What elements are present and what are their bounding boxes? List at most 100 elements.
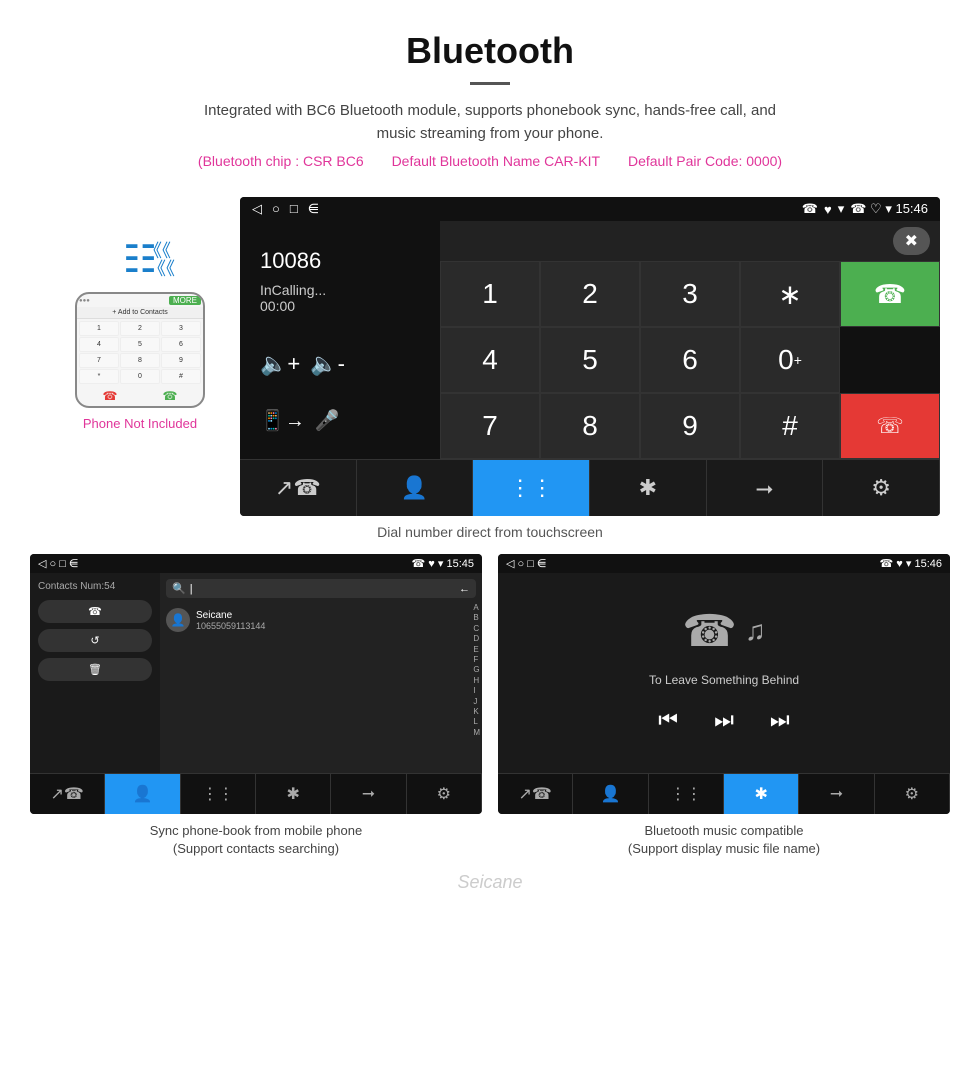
m-dialout-btn[interactable]: ↗☎ xyxy=(498,774,573,814)
refresh-action-btn[interactable]: ↺ xyxy=(38,629,152,652)
m-settings-btn[interactable]: ⚙ xyxy=(875,774,950,814)
vol-up-icon[interactable]: 🔈+ xyxy=(260,351,300,377)
music-song-title: To Leave Something Behind xyxy=(649,673,799,687)
contacts-nav-icons: ◁ ○ □ ⋹ xyxy=(38,557,79,570)
key-9[interactable]: 9 xyxy=(640,393,740,459)
main-section: ☷ 《《 《《 ●●● MORE + Add to Contacts 123 4… xyxy=(0,197,980,516)
music-status-right: ☎ ♥ ▾ 15:46 xyxy=(880,557,942,570)
mic-icon[interactable]: 🎤 xyxy=(315,408,340,433)
bluetooth-icon-wrap: ☷ 《《 《《 xyxy=(123,237,157,282)
display-bar: ✖ xyxy=(440,221,940,261)
contacts-count: Contacts Num:54 xyxy=(38,581,152,592)
alphabet-sidebar: ABCD EFGH IJKLM xyxy=(473,603,480,738)
m-bluetooth-btn[interactable]: ✱ xyxy=(724,774,799,814)
contact-info: Seicane 10655059113144 xyxy=(196,610,265,631)
c-bluetooth-btn[interactable]: ✱ xyxy=(256,774,331,814)
status-bar: ◁ ○ □ ⋹ ☎ ♥ ▾ ☎ ♡ ▾ 15:46 xyxy=(240,197,940,221)
next-track-btn[interactable]: ⏭ xyxy=(714,707,734,733)
c-settings-btn[interactable]: ⚙ xyxy=(407,774,482,814)
search-icon: 🔍 xyxy=(172,582,186,595)
contacts-status-bar: ◁ ○ □ ⋹ ☎ ♥ ▾ 15:45 xyxy=(30,554,482,573)
header-divider xyxy=(470,82,510,85)
bt-dialout-btn[interactable]: ↗☎ xyxy=(240,460,357,516)
contact-number: 10655059113144 xyxy=(196,621,265,631)
key-3[interactable]: 3 xyxy=(640,261,740,327)
recents-icon: □ xyxy=(290,201,298,217)
dialer-area: 10086 InCalling... 00:00 🔈+ 🔈- 📱→ 🎤 ✖ xyxy=(240,221,940,459)
phone-mockup-title: + Add to Contacts xyxy=(77,307,203,319)
vol-down-icon[interactable]: 🔈- xyxy=(310,351,345,377)
home-icon: ○ xyxy=(272,201,280,217)
wifi-waves-icon: 《《 《《 xyxy=(144,242,175,278)
key-8[interactable]: 8 xyxy=(540,393,640,459)
bt-name: Default Bluetooth Name CAR-KIT xyxy=(392,153,601,169)
music-note-icon: ♫ xyxy=(745,615,766,647)
transfer-icon[interactable]: 📱→ xyxy=(260,408,305,433)
page-title: Bluetooth xyxy=(20,30,960,72)
dialer-timer: 00:00 xyxy=(260,298,424,314)
music-nav-icons: ◁ ○ □ ⋹ xyxy=(506,557,547,570)
key-4[interactable]: 4 xyxy=(440,327,540,393)
phone-top-bar: ●●● MORE xyxy=(77,294,203,307)
time-display: ☎ ♡ ▾ 15:46 xyxy=(850,201,928,217)
phone-mockup-keypad: 123 456 789 *0# xyxy=(77,319,203,386)
dialer-status: InCalling... xyxy=(260,282,424,298)
skip-btn[interactable]: ⏭ xyxy=(770,707,790,733)
grid-icon: ⋹ xyxy=(308,201,319,217)
key-7[interactable]: 7 xyxy=(440,393,540,459)
music-caption: Bluetooth music compatible (Support disp… xyxy=(498,814,950,862)
wifi-icon: ▾ xyxy=(838,201,845,217)
transfer-btn[interactable]: ⭢ xyxy=(707,460,824,516)
main-bottom-bar: ↗☎ 👤 ⋮⋮ ✱ ⭢ ⚙ xyxy=(240,459,940,516)
c-transfer-btn[interactable]: ⭢ xyxy=(331,774,406,814)
m-numpad-btn[interactable]: ⋮⋮ xyxy=(649,774,724,814)
transfer-controls: 📱→ 🎤 xyxy=(260,408,424,433)
music-controls: ⏮ ⏭ ⏭ xyxy=(658,707,789,733)
contact-entry[interactable]: 👤 Seicane 10655059113144 xyxy=(166,604,476,636)
c-numpad-btn[interactable]: ⋮⋮ xyxy=(181,774,256,814)
bt-chip: (Bluetooth chip : CSR BC6 xyxy=(198,153,364,169)
c-contacts-btn[interactable]: 👤 xyxy=(105,774,180,814)
delete-action-btn[interactable]: 🗑 xyxy=(38,658,152,681)
m-contacts-btn[interactable]: 👤 xyxy=(573,774,648,814)
bluetooth-btn[interactable]: ✱ xyxy=(590,460,707,516)
key-5[interactable]: 5 xyxy=(540,327,640,393)
phone-not-included-label: Phone Not Included xyxy=(83,416,197,431)
bt-pair: Default Pair Code: 0000) xyxy=(628,153,782,169)
key-star[interactable]: ∗ xyxy=(740,261,840,327)
key-0plus[interactable]: 0+ xyxy=(740,327,840,393)
contacts-body: Contacts Num:54 ☎ ↺ 🗑 🔍 | xyxy=(30,573,482,773)
contacts-caption: Sync phone-book from mobile phone (Suppo… xyxy=(30,814,482,862)
bottom-screens: ◁ ○ □ ⋹ ☎ ♥ ▾ 15:45 Contacts Num:54 ☎ ↺ … xyxy=(0,554,980,862)
prev-track-btn[interactable]: ⏮ xyxy=(658,707,678,733)
music-status-bar: ◁ ○ □ ⋹ ☎ ♥ ▾ 15:46 xyxy=(498,554,950,573)
contacts-btn[interactable]: 👤 xyxy=(357,460,474,516)
phone-sidebar: ☷ 《《 《《 ●●● MORE + Add to Contacts 123 4… xyxy=(40,197,240,431)
numpad-panel: ✖ 1 2 3 ∗ ☎ 4 5 6 0+ 7 8 9 # ☏ xyxy=(440,221,940,459)
key-hash[interactable]: # xyxy=(740,393,840,459)
watermark: Seicane xyxy=(0,862,980,913)
c-dialout-btn[interactable]: ↗☎ xyxy=(30,774,105,814)
m-transfer-btn[interactable]: ⭢ xyxy=(799,774,874,814)
dialer-left-panel: 10086 InCalling... 00:00 🔈+ 🔈- 📱→ 🎤 xyxy=(240,221,440,459)
key-2[interactable]: 2 xyxy=(540,261,640,327)
phone-mockup: ●●● MORE + Add to Contacts 123 456 789 *… xyxy=(75,292,205,408)
call-button[interactable]: ☎ xyxy=(840,261,940,327)
key-1[interactable]: 1 xyxy=(440,261,540,327)
delete-button[interactable]: ✖ xyxy=(893,227,930,255)
contacts-left-panel: Contacts Num:54 ☎ ↺ 🗑 xyxy=(30,573,160,773)
end-call-button[interactable]: ☏ xyxy=(840,393,940,459)
location-icon: ♥ xyxy=(824,202,832,217)
back-icon: ◁ xyxy=(252,201,262,217)
call-action-btn[interactable]: ☎ xyxy=(38,600,152,623)
music-android-screen: ◁ ○ □ ⋹ ☎ ♥ ▾ 15:46 ☎ ♫ To Leave Somethi… xyxy=(498,554,950,814)
numpad-btn[interactable]: ⋮⋮ xyxy=(473,460,590,516)
settings-btn[interactable]: ⚙ xyxy=(823,460,940,516)
contacts-search-bar[interactable]: 🔍 | ← xyxy=(166,579,476,598)
contacts-screen-wrap: ◁ ○ □ ⋹ ☎ ♥ ▾ 15:45 Contacts Num:54 ☎ ↺ … xyxy=(30,554,482,862)
music-body: ☎ ♫ To Leave Something Behind ⏮ ⏭ ⏭ xyxy=(498,573,950,773)
contacts-bottom-bar: ↗☎ 👤 ⋮⋮ ✱ ⭢ ⚙ xyxy=(30,773,482,814)
phone-mockup-actions: ☎ ☎ xyxy=(77,386,203,406)
key-6[interactable]: 6 xyxy=(640,327,740,393)
contacts-status-right: ☎ ♥ ▾ 15:45 xyxy=(412,557,474,570)
